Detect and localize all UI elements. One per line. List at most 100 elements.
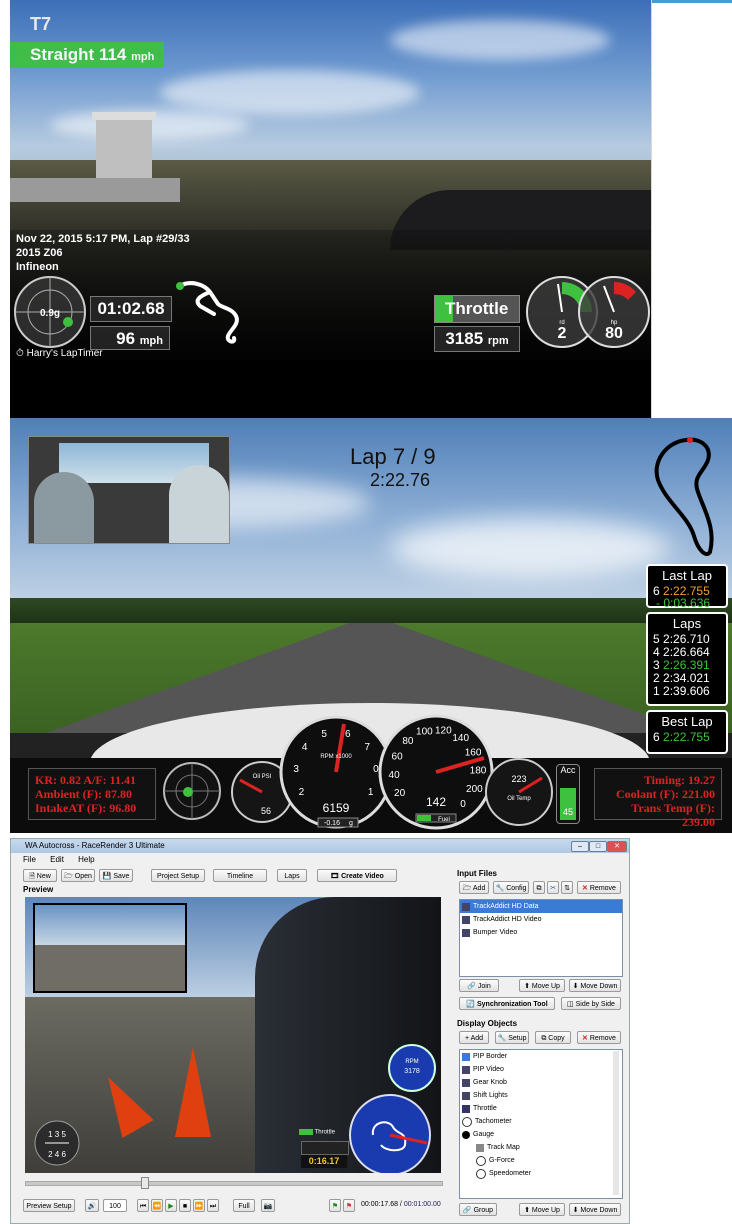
- timeline-scrubber[interactable]: [141, 1177, 149, 1189]
- power-gauge: 80 hp: [578, 276, 650, 348]
- display-object-label: Track Map: [487, 1144, 520, 1151]
- rewind-button[interactable]: ⏪: [151, 1199, 163, 1212]
- link-icon: 🔗: [467, 983, 476, 990]
- input-move-up-button[interactable]: ⬆ Move Up: [519, 979, 565, 992]
- mark-out-button[interactable]: ⚑: [343, 1199, 355, 1212]
- input-file-item[interactable]: Bumper Video: [460, 926, 622, 939]
- display-object-item[interactable]: Throttle: [460, 1102, 622, 1115]
- add-object-icon: +: [464, 1035, 470, 1042]
- time-current: 00:00:17.68: [361, 1201, 398, 1208]
- group-label: Group: [473, 1207, 494, 1214]
- current-lap-time: 2:22.76: [370, 470, 431, 490]
- display-object-item[interactable]: PIP Video: [460, 1063, 622, 1076]
- stat-coolant: Coolant (F): 221.00: [616, 787, 715, 801]
- stop-button[interactable]: ■: [179, 1199, 191, 1212]
- speed-value: 96: [116, 329, 136, 348]
- display-move-up-button[interactable]: ⬆ Move Up: [519, 1203, 565, 1216]
- input-split-button[interactable]: ⇅: [561, 881, 573, 894]
- display-object-item[interactable]: G-Force: [460, 1154, 622, 1167]
- display-object-item[interactable]: Gauge: [460, 1128, 622, 1141]
- join-button[interactable]: 🔗 Join: [459, 979, 499, 992]
- display-object-item[interactable]: Track Map: [460, 1141, 622, 1154]
- input-files-list[interactable]: TrackAddict HD Data TrackAddict HD Video…: [459, 899, 623, 977]
- preview-pip: [33, 903, 187, 993]
- display-object-label: Gauge: [473, 1131, 495, 1138]
- move-up-label: Move Up: [531, 1207, 560, 1214]
- save-button[interactable]: 💾 Save: [99, 869, 133, 882]
- minimize-button[interactable]: –: [571, 841, 589, 852]
- display-copy-button[interactable]: ⧉ Copy: [535, 1031, 571, 1044]
- overlay-throttle-label: Throttle: [314, 1129, 335, 1136]
- display-move-down-button[interactable]: ⬇ Move Down: [569, 1203, 621, 1216]
- timeline-button[interactable]: Timeline: [213, 869, 267, 882]
- input-add-button[interactable]: 🗁 Add: [459, 881, 489, 894]
- racerender-lap-video-panel: Lap 7 / 9 2:22.76 Last Lap 6 2:22.755 - …: [10, 418, 732, 833]
- timeline-track[interactable]: [25, 1181, 443, 1186]
- input-file-item[interactable]: TrackAddict HD Data: [460, 900, 622, 913]
- oil-temp-label: Oil Temp: [507, 796, 531, 802]
- forward-button[interactable]: ⏩: [193, 1199, 205, 1212]
- display-object-item[interactable]: Tachometer: [460, 1115, 622, 1128]
- display-remove-button[interactable]: ✕ Remove: [577, 1031, 621, 1044]
- input-file-label: TrackAddict HD Data: [473, 903, 539, 910]
- maximize-button[interactable]: □: [589, 841, 607, 852]
- open-button[interactable]: 🗁 Open: [61, 869, 95, 882]
- menu-help[interactable]: Help: [78, 855, 94, 864]
- close-button[interactable]: ✕: [607, 841, 627, 852]
- input-copy-button[interactable]: ⧉: [533, 881, 545, 894]
- input-file-item[interactable]: TrackAddict HD Video: [460, 913, 622, 926]
- speedo-tick-label: 200: [466, 784, 483, 795]
- input-remove-button[interactable]: ✕ Remove: [577, 881, 621, 894]
- display-objects-scrollbar[interactable]: [613, 1051, 619, 1195]
- mark-in-button[interactable]: ⚑: [329, 1199, 341, 1212]
- best-lap-num: 6: [653, 730, 660, 744]
- window-title: WA Autocross - RaceRender 3 Ultimate: [25, 841, 165, 850]
- zoom-select[interactable]: 100: [103, 1199, 127, 1212]
- session-date: Nov 22, 2015 5:17 PM, Lap #29/33: [16, 233, 190, 245]
- skip-start-button[interactable]: ⏮: [137, 1199, 149, 1212]
- full-button[interactable]: Full: [233, 1199, 255, 1212]
- group-button[interactable]: 🔗 Group: [459, 1203, 497, 1216]
- preview-video[interactable]: 1 3 5 2 4 6 RPM 3178 Throttle 0:16.17: [25, 897, 441, 1173]
- display-object-item[interactable]: Speedometer: [460, 1167, 622, 1180]
- menu-edit[interactable]: Edit: [50, 855, 64, 864]
- speedo-tick-label: 60: [392, 751, 404, 762]
- display-object-item[interactable]: PIP Border: [460, 1050, 622, 1063]
- arrow-down-icon: ⬇: [572, 983, 579, 990]
- time-total: 00:01:00.00: [403, 1201, 441, 1208]
- play-button[interactable]: ▶: [165, 1199, 177, 1212]
- flag-red-icon: ⚑: [345, 1203, 353, 1210]
- input-cut-button[interactable]: ✂: [547, 881, 559, 894]
- skip-end-button[interactable]: ⏭: [207, 1199, 219, 1212]
- straight-label: Straight 114: [30, 45, 127, 64]
- side-by-side-button[interactable]: ◫ Side by Side: [561, 997, 621, 1010]
- preview-setup-button[interactable]: Preview Setup: [23, 1199, 75, 1212]
- right-engine-stats: Timing: 19.27 Coolant (F): 221.00 Trans …: [594, 768, 722, 829]
- scissors-icon: ✂: [550, 885, 556, 892]
- camera-icon: 📷: [263, 1203, 273, 1210]
- display-add-button[interactable]: + Add: [459, 1031, 489, 1044]
- input-move-down-button[interactable]: ⬇ Move Down: [569, 979, 621, 992]
- volume-button[interactable]: 🔊: [85, 1199, 99, 1212]
- synchronization-tool-button[interactable]: 🔄 Synchronization Tool: [459, 997, 555, 1010]
- menu-file[interactable]: File: [23, 855, 36, 864]
- input-config-button[interactable]: 🔧 Config: [493, 881, 529, 894]
- pip-sky: [35, 905, 185, 945]
- display-object-item[interactable]: Gear Knob: [460, 1076, 622, 1089]
- display-object-item[interactable]: Shift Lights: [460, 1089, 622, 1102]
- lap-time: 2:34.021: [663, 671, 710, 685]
- full-label: Full: [238, 1203, 250, 1210]
- display-setup-button[interactable]: 🔧 Setup: [495, 1031, 529, 1044]
- lap-number: 2: [653, 671, 664, 685]
- display-objects-list[interactable]: PIP Border PIP Video Gear Knob Shift Lig…: [459, 1049, 623, 1199]
- create-video-button[interactable]: 🎞 Create Video: [317, 869, 397, 882]
- cloud: [390, 20, 610, 60]
- laps-button[interactable]: Laps: [277, 869, 307, 882]
- new-button[interactable]: 🗎 New: [23, 869, 57, 882]
- speed-box: 96 mph: [90, 326, 170, 350]
- stat-ambient: Ambient (F): 87.80: [35, 787, 132, 801]
- speedo-tick-label: 0: [460, 799, 466, 810]
- project-setup-button[interactable]: Project Setup: [151, 869, 205, 882]
- tacho-tick-label: 2: [299, 787, 305, 798]
- snapshot-button[interactable]: 📷: [261, 1199, 275, 1212]
